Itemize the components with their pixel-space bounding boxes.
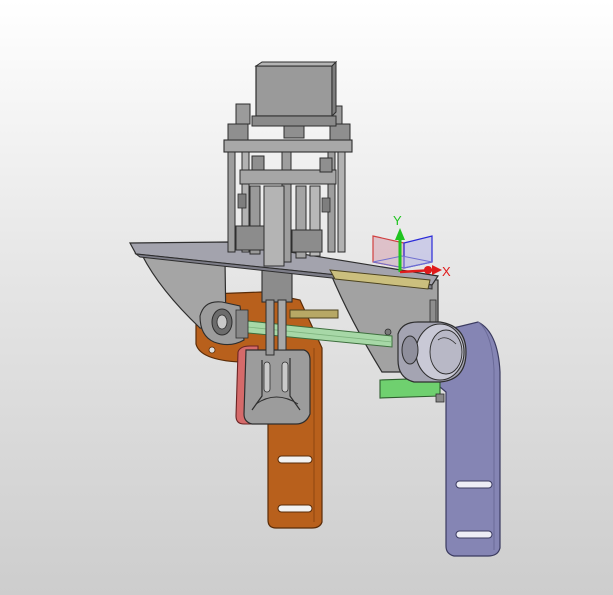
bearing-housing[interactable] <box>397 321 467 383</box>
slot-hole <box>277 504 313 513</box>
left-bearing[interactable] <box>199 301 249 346</box>
x-axis-label: X <box>442 264 451 279</box>
stepper-motor[interactable] <box>251 60 338 127</box>
cad-viewport[interactable]: Y X <box>0 0 613 595</box>
cad-model-scene[interactable]: Y X <box>0 0 613 595</box>
y-axis-label: Y <box>393 213 402 228</box>
slot-hole <box>277 455 313 464</box>
gripper-block[interactable] <box>243 349 311 425</box>
slot-hole <box>455 480 493 489</box>
column-frame[interactable] <box>223 103 353 267</box>
slot-hole <box>455 530 493 539</box>
y-axis-arrowhead-icon <box>395 228 405 240</box>
x-axis-arrowhead-icon <box>432 265 442 275</box>
triad-origin-dot <box>424 266 432 274</box>
